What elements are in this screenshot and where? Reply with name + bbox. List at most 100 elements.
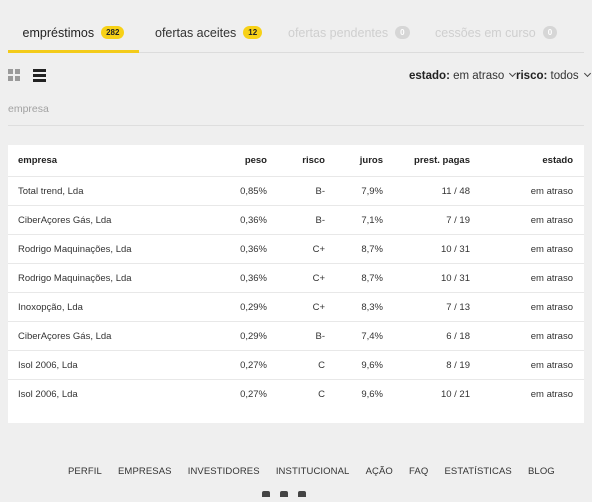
estado-filter-dropdown[interactable]: estado: em atraso bbox=[409, 69, 517, 82]
cell-juros: 7,1% bbox=[325, 205, 383, 235]
cell-risco: C+ bbox=[267, 263, 325, 293]
cell-peso: 0,36% bbox=[218, 263, 267, 293]
risco-filter-value: todos bbox=[550, 70, 579, 82]
footer-nav: PERFIL EMPRESAS INVESTIDORES INSTITUCION… bbox=[68, 466, 568, 477]
social-icon[interactable] bbox=[298, 491, 306, 497]
cell-peso: 0,36% bbox=[218, 205, 267, 235]
footer-link-acao[interactable]: AÇÃO bbox=[366, 466, 393, 477]
cell-prest-pagas: 6 / 18 bbox=[383, 321, 470, 351]
cell-prest-pagas: 7 / 19 bbox=[383, 205, 470, 235]
cell-prest-pagas: 8 / 19 bbox=[383, 350, 470, 380]
cell-peso: 0,29% bbox=[218, 321, 267, 351]
list-view-icon[interactable] bbox=[33, 69, 46, 82]
tab-label: empréstimos bbox=[22, 26, 95, 40]
tab-label: ofertas aceites bbox=[155, 26, 237, 40]
cell-empresa: CiberAçores Gás, Lda bbox=[8, 205, 218, 235]
header-juros[interactable]: juros bbox=[325, 145, 383, 177]
cell-juros: 8,7% bbox=[325, 234, 383, 264]
risco-filter-dropdown[interactable]: risco: todos bbox=[516, 69, 591, 82]
header-estado[interactable]: estado bbox=[470, 145, 584, 177]
count-badge: 282 bbox=[101, 26, 125, 39]
company-search-input[interactable]: empresa bbox=[8, 103, 49, 115]
tab-ofertas-aceites[interactable]: ofertas aceites 12 bbox=[155, 18, 263, 52]
cell-risco: B- bbox=[267, 321, 325, 351]
cell-peso: 0,85% bbox=[218, 176, 267, 206]
cell-estado: em atraso bbox=[470, 292, 584, 322]
cell-risco: B- bbox=[267, 176, 325, 206]
cell-empresa: CiberAçores Gás, Lda bbox=[8, 321, 218, 351]
cell-empresa: Rodrigo Maquinações, Lda bbox=[8, 234, 218, 264]
tab-bar: empréstimos 282 ofertas aceites 12 ofert… bbox=[8, 18, 584, 53]
footer-link-faq[interactable]: FAQ bbox=[409, 466, 428, 477]
header-prest-pagas[interactable]: prest. pagas bbox=[383, 145, 470, 177]
cell-risco: C bbox=[267, 350, 325, 380]
table-row[interactable]: Inoxopção, Lda 0,29% C+ 8,3% 7 / 13 em a… bbox=[8, 292, 584, 322]
tab-emprestimos[interactable]: empréstimos 282 bbox=[8, 18, 139, 53]
social-links bbox=[262, 484, 316, 502]
count-badge: 0 bbox=[542, 26, 558, 39]
cell-risco: B- bbox=[267, 205, 325, 235]
cell-prest-pagas: 11 / 48 bbox=[383, 176, 470, 206]
cell-empresa: Inoxopção, Lda bbox=[8, 292, 218, 322]
header-empresa[interactable]: empresa bbox=[8, 145, 218, 177]
footer-link-blog[interactable]: BLOG bbox=[528, 466, 555, 477]
table-row[interactable]: Rodrigo Maquinações, Lda 0,36% C+ 8,7% 1… bbox=[8, 263, 584, 293]
table-row[interactable]: Total trend, Lda 0,85% B- 7,9% 11 / 48 e… bbox=[8, 176, 584, 206]
risco-filter-label: risco: bbox=[516, 70, 548, 82]
footer-link-institucional[interactable]: INSTITUCIONAL bbox=[276, 466, 350, 477]
cell-juros: 7,4% bbox=[325, 321, 383, 351]
tab-label: cessões em curso bbox=[435, 26, 536, 40]
table-row[interactable]: Rodrigo Maquinações, Lda 0,36% C+ 8,7% 1… bbox=[8, 234, 584, 264]
cell-peso: 0,27% bbox=[218, 350, 267, 380]
header-peso[interactable]: peso bbox=[218, 145, 267, 177]
tab-ofertas-pendentes[interactable]: ofertas pendentes 0 bbox=[288, 18, 410, 52]
footer-link-investidores[interactable]: INVESTIDORES bbox=[188, 466, 260, 477]
cell-juros: 8,7% bbox=[325, 263, 383, 293]
table-row[interactable]: Isol 2006, Lda 0,27% C 9,6% 8 / 19 em at… bbox=[8, 350, 584, 380]
table-row[interactable]: Isol 2006, Lda 0,27% C 9,6% 10 / 21 em a… bbox=[8, 379, 584, 408]
cell-risco: C bbox=[267, 379, 325, 408]
cell-juros: 8,3% bbox=[325, 292, 383, 322]
social-icon[interactable] bbox=[262, 491, 270, 497]
footer-link-perfil[interactable]: PERFIL bbox=[68, 466, 102, 477]
cell-peso: 0,29% bbox=[218, 292, 267, 322]
footer-link-estatisticas[interactable]: ESTATÍSTICAS bbox=[445, 466, 512, 477]
table-row[interactable]: CiberAçores Gás, Lda 0,29% B- 7,4% 6 / 1… bbox=[8, 321, 584, 351]
cell-prest-pagas: 10 / 21 bbox=[383, 379, 470, 408]
cell-prest-pagas: 10 / 31 bbox=[383, 234, 470, 264]
cell-peso: 0,27% bbox=[218, 379, 267, 408]
cell-estado: em atraso bbox=[470, 263, 584, 293]
cell-estado: em atraso bbox=[470, 205, 584, 235]
table-row[interactable]: CiberAçores Gás, Lda 0,36% B- 7,1% 7 / 1… bbox=[8, 205, 584, 235]
search-underline bbox=[8, 125, 584, 126]
grid-view-icon[interactable] bbox=[8, 69, 21, 82]
loans-table: empresa peso risco juros prest. pagas es… bbox=[8, 145, 584, 408]
tab-cessoes-em-curso[interactable]: cessões em curso 0 bbox=[435, 18, 558, 52]
cell-prest-pagas: 7 / 13 bbox=[383, 292, 470, 322]
cell-estado: em atraso bbox=[470, 379, 584, 408]
cell-prest-pagas: 10 / 31 bbox=[383, 263, 470, 293]
cell-estado: em atraso bbox=[470, 176, 584, 206]
loans-table-card: empresa peso risco juros prest. pagas es… bbox=[8, 145, 584, 423]
cell-juros: 9,6% bbox=[325, 350, 383, 380]
footer-link-empresas[interactable]: EMPRESAS bbox=[118, 466, 172, 477]
chevron-down-icon bbox=[583, 69, 591, 78]
table-header-row: empresa peso risco juros prest. pagas es… bbox=[8, 145, 584, 177]
cell-risco: C+ bbox=[267, 292, 325, 322]
count-badge: 0 bbox=[395, 26, 410, 39]
cell-juros: 7,9% bbox=[325, 176, 383, 206]
count-badge: 12 bbox=[243, 26, 263, 39]
cell-peso: 0,36% bbox=[218, 234, 267, 264]
cell-estado: em atraso bbox=[470, 321, 584, 351]
cell-empresa: Total trend, Lda bbox=[8, 176, 218, 206]
header-risco[interactable]: risco bbox=[267, 145, 325, 177]
estado-filter-label: estado: bbox=[409, 70, 450, 82]
cell-estado: em atraso bbox=[470, 350, 584, 380]
cell-juros: 9,6% bbox=[325, 379, 383, 408]
social-icon[interactable] bbox=[280, 491, 288, 497]
cell-empresa: Isol 2006, Lda bbox=[8, 350, 218, 380]
estado-filter-value: em atraso bbox=[453, 70, 505, 82]
cell-risco: C+ bbox=[267, 234, 325, 264]
cell-estado: em atraso bbox=[470, 234, 584, 264]
cell-empresa: Isol 2006, Lda bbox=[8, 379, 218, 408]
